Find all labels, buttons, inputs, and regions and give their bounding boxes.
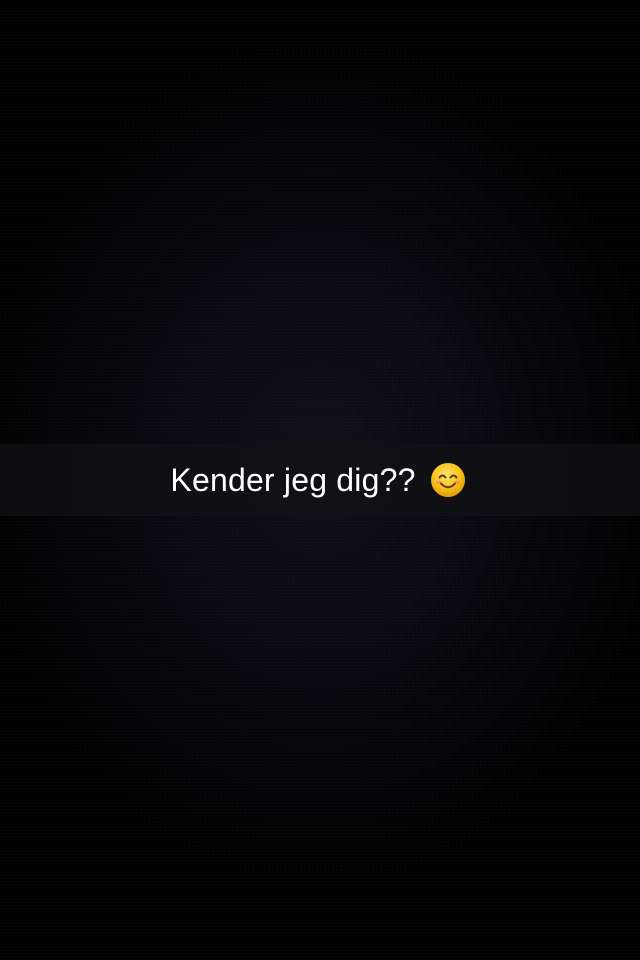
caption-row: Kender jeg dig?? (170, 462, 465, 498)
smiling-face-with-smiling-eyes-icon (430, 462, 466, 498)
caption-text: Kender jeg dig?? (170, 462, 416, 498)
snap-photo[interactable]: Kender jeg dig?? (0, 0, 640, 960)
caption-bar[interactable]: Kender jeg dig?? (0, 444, 640, 516)
